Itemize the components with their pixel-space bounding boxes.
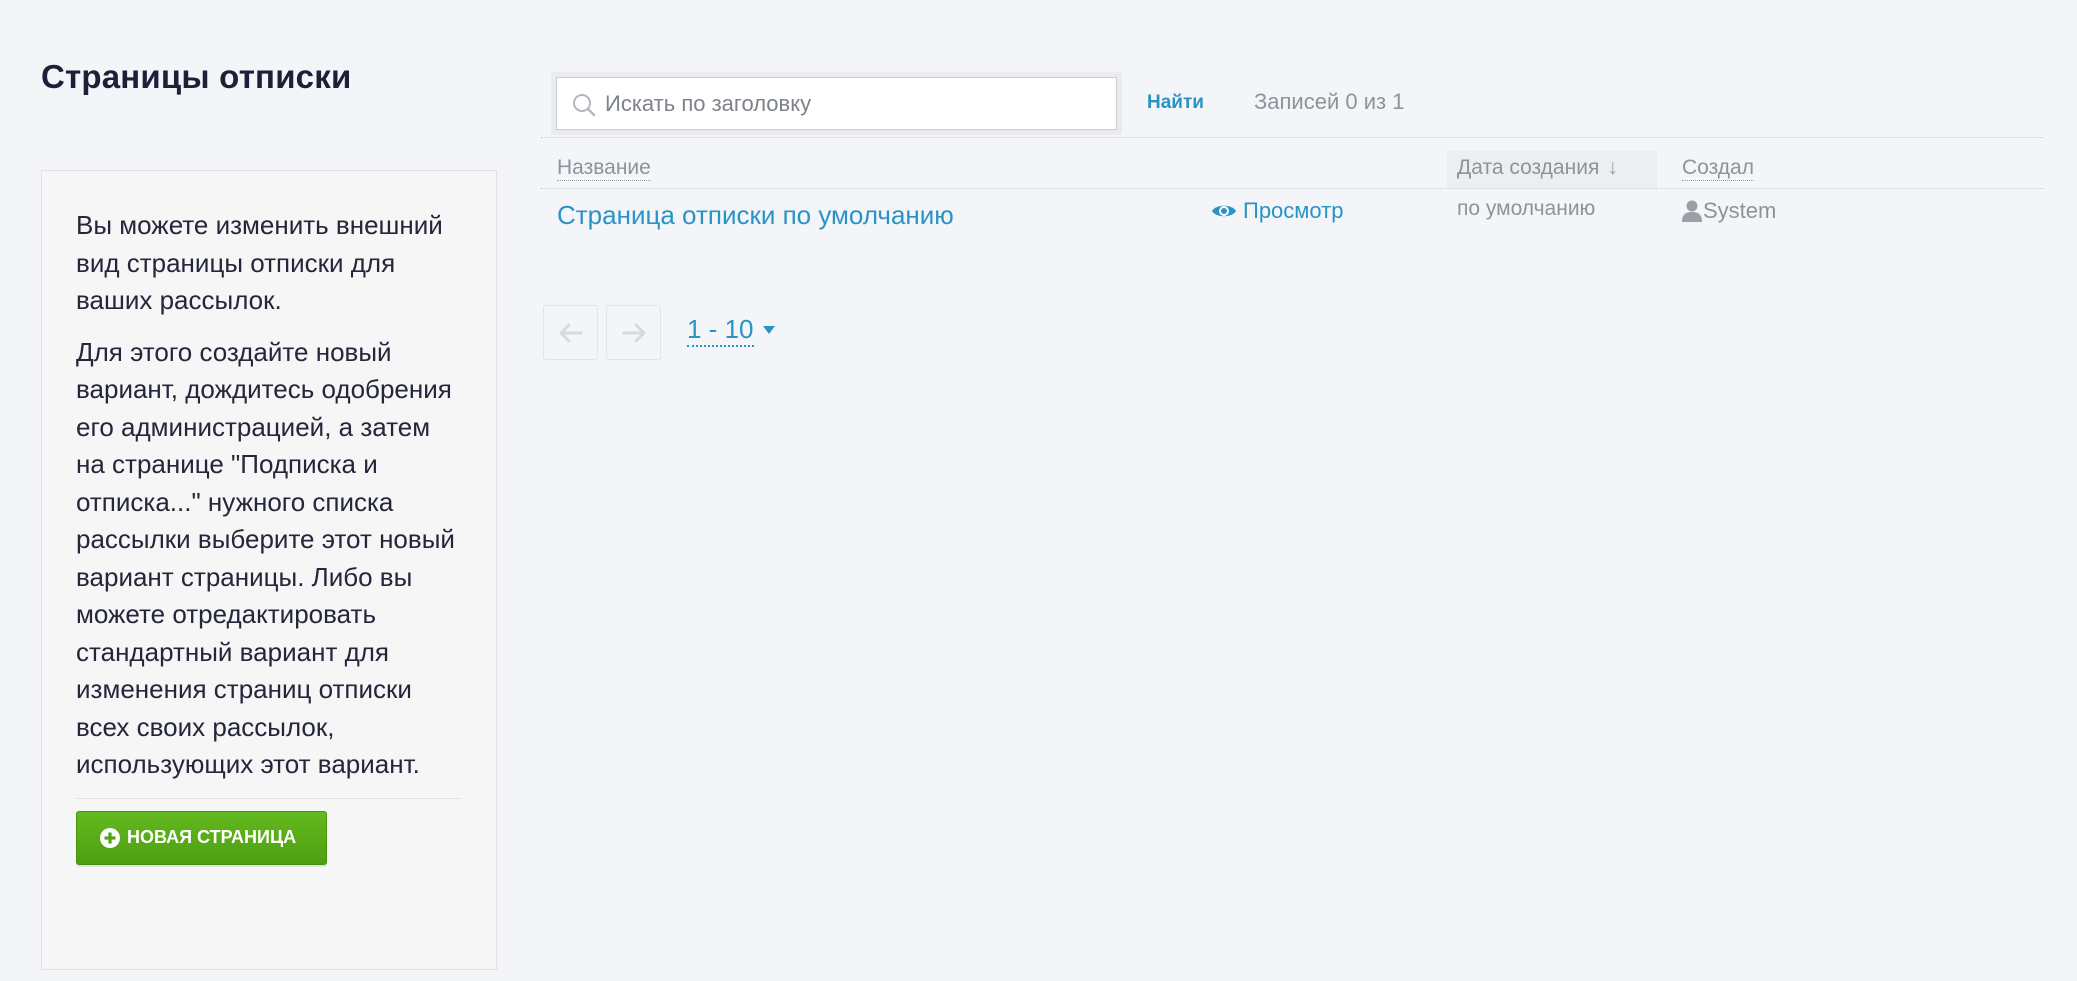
column-header-name[interactable]: Название [557,156,651,181]
records-count: Записей 0 из 1 [1254,89,1405,114]
plus-circle-icon [100,827,120,848]
table-top-divider [541,137,2043,138]
page-size-label: 1 - 10 [687,313,754,347]
preview-link[interactable]: Просмотр [1211,198,1343,224]
sort-arrow-down-icon: ↓ [1607,156,1618,179]
page-size-select[interactable]: 1 - 10 [687,313,776,347]
prev-page-button[interactable] [543,305,598,360]
column-header-created-date-label: Дата создания [1457,156,1600,179]
column-header-created-by[interactable]: Создал [1682,156,1754,181]
new-page-button[interactable]: Новая страница [76,810,328,865]
search-bar [551,72,1122,135]
find-button[interactable]: Найти [1147,92,1204,114]
arrow-right-icon [622,323,645,342]
search-box [556,77,1117,130]
user-icon [1682,200,1702,222]
column-header-created-date[interactable]: Дата создания ↓ [1457,156,1618,180]
search-icon [573,94,596,117]
row-created-date: по умолчанию [1457,197,1596,220]
caret-down-icon [762,326,775,334]
table-header-divider [541,188,2043,189]
info-divider [76,797,462,799]
row-created-by: System [1682,198,1776,224]
info-text-intro: Вы можете изменить внешний вид страницы … [76,210,443,315]
info-text-instructions: Для этого создайте новый вариант, дождит… [76,336,455,780]
row-title-link[interactable]: Страница отписки по умолчанию [557,200,954,231]
info-panel: Вы можете изменить внешний вид страницы … [41,170,497,970]
search-input[interactable] [557,78,1116,129]
eye-icon [1212,205,1236,217]
arrow-left-icon [559,323,582,342]
row-created-by-name: System [1703,198,1777,223]
next-page-button[interactable] [606,305,661,360]
new-page-button-label: Новая страница [127,827,297,847]
page-title: Страницы отписки [41,58,352,95]
preview-link-label: Просмотр [1243,198,1344,223]
